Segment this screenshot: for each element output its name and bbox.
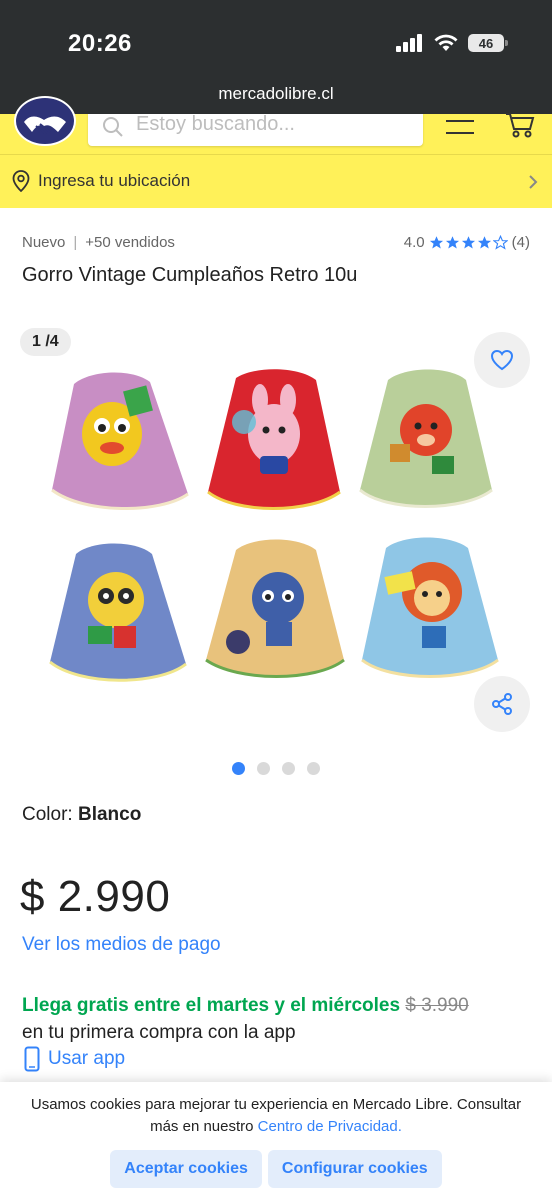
search-icon: [103, 117, 123, 137]
url-bar[interactable]: mercadolibre.cl: [0, 78, 552, 114]
chevron-right-icon: [529, 175, 538, 189]
party-hat-purple: [51, 372, 189, 511]
status-bar: 20:26 46: [0, 0, 552, 78]
rating-count: (4): [511, 233, 530, 251]
star-icon: [445, 235, 459, 248]
use-app-link[interactable]: Usar app: [24, 1046, 125, 1072]
rating[interactable]: 4.0 (4): [404, 232, 530, 252]
shipping-info: Llega gratis entre el martes y el miérco…: [22, 992, 532, 1046]
menu-icon[interactable]: [446, 118, 474, 138]
sold-count: +50 vendidos: [85, 233, 175, 251]
meta-separator: |: [73, 233, 78, 251]
signal-icon: [396, 34, 422, 52]
party-hat-blue: [49, 543, 187, 682]
condition-label: Nuevo: [22, 233, 66, 251]
old-price: $ 3.990: [405, 995, 469, 1016]
battery-level: 46: [478, 35, 494, 51]
status-time: 20:26: [68, 30, 132, 57]
price: $ 2.990: [20, 872, 171, 921]
product-meta: Nuevo | +50 vendidos 4.0 (4): [22, 232, 530, 252]
configure-cookies-button[interactable]: Configurar cookies: [267, 1150, 442, 1188]
product-image[interactable]: [40, 364, 512, 700]
privacy-center-link[interactable]: Centro de Privacidad.: [258, 1118, 402, 1135]
location-label: Ingresa tu ubicación: [38, 171, 191, 190]
url-text: mercadolibre.cl: [218, 84, 334, 103]
gallery-pagination: [0, 762, 552, 775]
phone-icon: [24, 1046, 40, 1072]
cookie-actions: Aceptar cookies Configurar cookies: [0, 1150, 552, 1188]
header-divider: [0, 154, 552, 155]
star-icon: [477, 235, 491, 248]
use-app-label: Usar app: [48, 1048, 126, 1069]
status-icons: 46: [396, 34, 508, 52]
wifi-icon: [434, 34, 458, 51]
cookie-text: Usamos cookies para mejorar tu experienc…: [0, 1094, 552, 1138]
cookie-banner: Usamos cookies para mejorar tu experienc…: [0, 1082, 552, 1200]
search-input[interactable]: Estoy buscando...: [88, 114, 423, 146]
star-icon: [429, 235, 443, 248]
color-value: Blanco: [77, 804, 142, 825]
shipping-highlight: Llega gratis entre el martes y el miérco…: [22, 995, 401, 1016]
star-outline-icon: [492, 234, 508, 250]
share-icon: [492, 693, 512, 715]
payment-methods-link[interactable]: Ver los medios de pago: [22, 934, 221, 956]
shipping-note: en tu primera compra con la app: [22, 1022, 296, 1043]
search-placeholder: Estoy buscando...: [136, 113, 295, 135]
color-label: Color:: [22, 804, 73, 825]
pagination-dot[interactable]: [257, 762, 270, 775]
site-header: Estoy buscando... Ingresa tu ubicación: [0, 96, 552, 208]
accept-cookies-button[interactable]: Aceptar cookies: [110, 1150, 262, 1188]
mercadolibre-logo-icon[interactable]: [14, 96, 76, 146]
pagination-dot[interactable]: [307, 762, 320, 775]
share-button[interactable]: [474, 676, 530, 732]
location-selector[interactable]: Ingresa tu ubicación: [12, 170, 190, 192]
party-hat-beige: [205, 539, 345, 678]
party-hat-green: [359, 369, 493, 508]
star-icon: [461, 235, 475, 248]
rating-stars: [429, 234, 508, 250]
rating-value: 4.0: [403, 233, 425, 251]
pagination-dot[interactable]: [282, 762, 295, 775]
party-hat-red: [207, 369, 341, 510]
party-hat-lightblue: [361, 537, 499, 678]
product-title: Gorro Vintage Cumpleaños Retro 10u: [22, 264, 358, 286]
image-gallery[interactable]: 1 /4: [0, 320, 552, 740]
cart-icon[interactable]: [505, 112, 535, 138]
battery-icon: 46: [468, 34, 508, 52]
color-selector: Color: Blanco: [22, 804, 141, 826]
location-pin-icon: [12, 170, 30, 192]
pagination-dot-active[interactable]: [232, 762, 245, 775]
image-counter: 1 /4: [20, 328, 71, 356]
